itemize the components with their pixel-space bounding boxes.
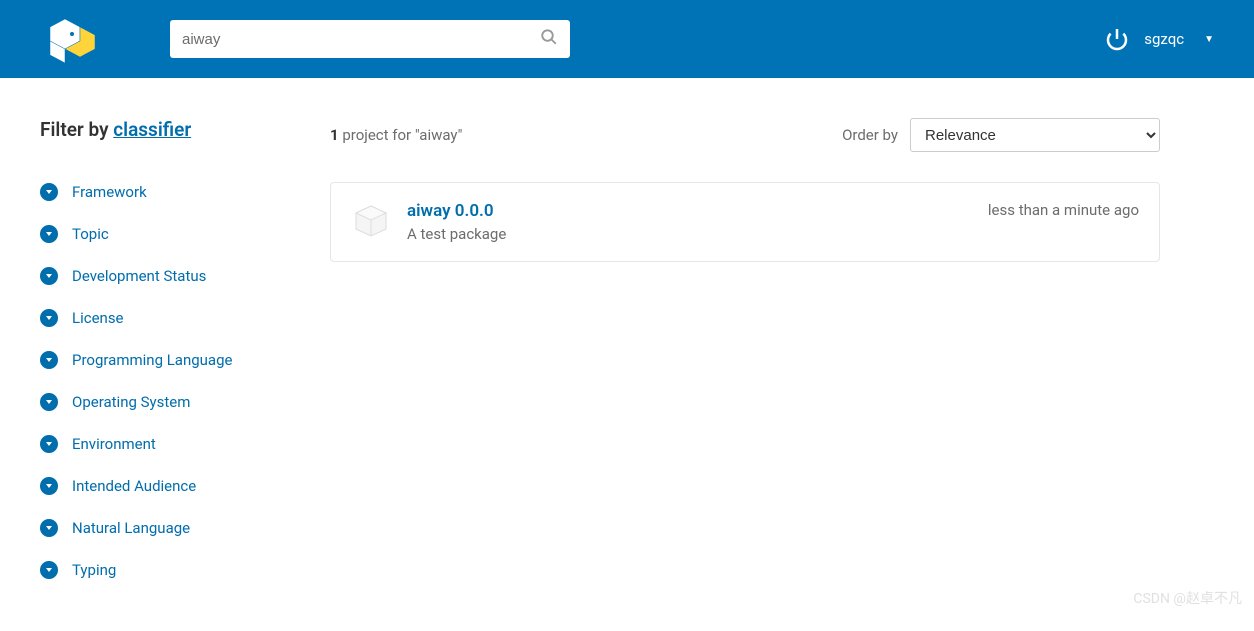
filter-topic[interactable]: Topic	[40, 213, 290, 255]
search-container	[170, 20, 570, 58]
order-by-select[interactable]: Relevance	[910, 118, 1160, 152]
sidebar: Filter by classifier Framework Topic Dev…	[40, 118, 290, 591]
chevron-down-icon	[40, 309, 58, 327]
search-input[interactable]	[182, 31, 540, 48]
caret-down-icon: ▼	[1204, 34, 1214, 45]
filter-programming-language[interactable]: Programming Language	[40, 339, 290, 381]
order-by-label: Order by	[842, 126, 898, 144]
package-card[interactable]: aiway 0.0.0 A test package less than a m…	[330, 182, 1160, 262]
filter-label: Environment	[72, 435, 156, 453]
chevron-down-icon	[40, 561, 58, 579]
filter-development-status[interactable]: Development Status	[40, 255, 290, 297]
chevron-down-icon	[40, 225, 58, 243]
filter-label: License	[72, 309, 124, 327]
filter-environment[interactable]: Environment	[40, 423, 290, 465]
classifier-link[interactable]: classifier	[113, 118, 191, 141]
filter-label: Intended Audience	[72, 477, 196, 495]
package-timestamp: less than a minute ago	[988, 201, 1139, 243]
sidebar-title-prefix: Filter by	[40, 118, 113, 141]
package-cube-icon	[351, 201, 391, 241]
chevron-down-icon	[40, 393, 58, 411]
chevron-down-icon	[40, 351, 58, 369]
chevron-down-icon	[40, 435, 58, 453]
results-count: 1 project for "aiway"	[330, 126, 462, 144]
filter-label: Development Status	[72, 267, 206, 285]
power-icon	[1105, 27, 1129, 51]
results-header: 1 project for "aiway" Order by Relevance	[330, 118, 1160, 152]
filter-natural-language[interactable]: Natural Language	[40, 507, 290, 549]
filter-label: Framework	[72, 183, 147, 201]
results-content: 1 project for "aiway" Order by Relevance…	[330, 118, 1160, 591]
filter-operating-system[interactable]: Operating System	[40, 381, 290, 423]
chevron-down-icon	[40, 519, 58, 537]
filter-label: Natural Language	[72, 519, 190, 537]
filter-intended-audience[interactable]: Intended Audience	[40, 465, 290, 507]
chevron-down-icon	[40, 477, 58, 495]
filter-label: Operating System	[72, 393, 190, 411]
filter-list: Framework Topic Development Status Licen…	[40, 171, 290, 591]
chevron-down-icon	[40, 267, 58, 285]
filter-typing[interactable]: Typing	[40, 549, 290, 591]
package-description: A test package	[407, 225, 972, 243]
sidebar-title: Filter by classifier	[40, 118, 290, 141]
results-count-number: 1	[330, 126, 339, 144]
pypi-logo[interactable]	[40, 14, 100, 64]
header: sgzqc ▼	[0, 0, 1254, 78]
package-info: aiway 0.0.0 A test package	[407, 201, 972, 243]
chevron-down-icon	[40, 183, 58, 201]
user-menu[interactable]: sgzqc ▼	[1105, 27, 1214, 51]
watermark: CSDN @赵卓不凡	[1133, 588, 1242, 608]
username-label: sgzqc	[1144, 30, 1184, 48]
order-by-container: Order by Relevance	[842, 118, 1160, 152]
filter-label: Typing	[72, 561, 116, 579]
package-name: aiway 0.0.0	[407, 201, 972, 221]
filter-label: Programming Language	[72, 351, 232, 369]
main-content: Filter by classifier Framework Topic Dev…	[0, 78, 1200, 631]
filter-label: Topic	[72, 225, 109, 243]
search-icon[interactable]	[540, 28, 558, 51]
filter-framework[interactable]: Framework	[40, 171, 290, 213]
filter-license[interactable]: License	[40, 297, 290, 339]
